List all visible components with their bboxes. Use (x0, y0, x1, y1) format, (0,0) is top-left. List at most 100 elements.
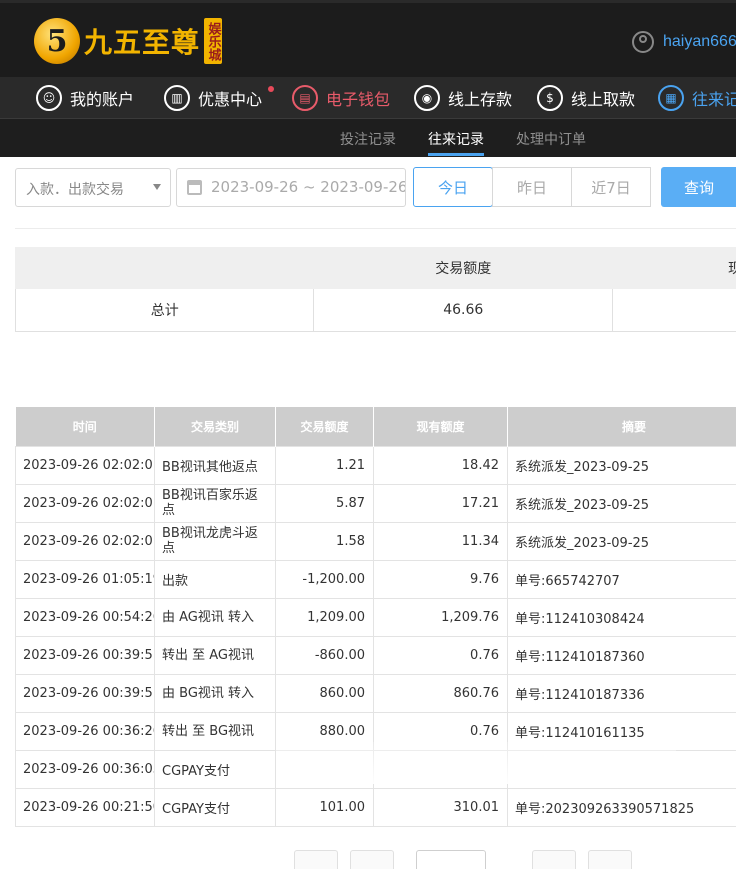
sub-nav: 投注记录 往来记录 处理中订单 (0, 119, 736, 157)
column-header: 交易额度 (275, 407, 374, 446)
date-range-input[interactable]: 2023-09-26 ~ 2023-09-26 (176, 168, 406, 207)
date-range-value: 2023-09-26 ~ 2023-09-26 (211, 178, 406, 196)
cell-balance: 1,209.76 (373, 597, 508, 637)
column-header: 时间 (15, 407, 155, 446)
nav-label: 优惠中心 (198, 90, 263, 109)
cell-time: 2023-09-26 00:54:26 (15, 597, 155, 637)
user-circle-icon: ☺ (36, 85, 62, 111)
cell-note: 系统派发_2023-09-25 (507, 521, 736, 561)
brand-logo[interactable]: 5 九五至尊 娱乐城 (34, 15, 223, 67)
cell-note: 单号:20230926339057182​5 (507, 787, 736, 827)
last-7-days-button[interactable]: 近7日 (571, 167, 651, 207)
cell-time: 2023-09-26 02:02:01 (15, 483, 155, 523)
cell-note: 单号:112410308424 (507, 597, 736, 637)
cell-balance: 17.21 (373, 483, 508, 523)
table-row: 2023-09-26 00:39:51 由 BG视讯 转入 860.00 860.76… (15, 673, 736, 713)
cell-note: 单号:112410187336 (507, 673, 736, 713)
nav-my-account[interactable]: ☺ 我的账户 (36, 84, 134, 112)
calendar-icon (187, 180, 202, 195)
summary-total-label: 总计 (14, 288, 315, 332)
cell-note: 系统派发_2023-09-25 (507, 483, 736, 523)
nav-label: 我的账户 (70, 90, 135, 109)
cell-time: 2023-09-26 00:36:03 (15, 749, 155, 789)
cell-balance: 18.42 (373, 445, 508, 485)
nav-e-wallet[interactable]: ▤ 电子钱包 (292, 84, 390, 112)
gift-icon: ▥ (164, 85, 190, 111)
cell-time: 2023-09-26 02:02:01 (15, 445, 155, 485)
prev-page-button[interactable] (350, 850, 394, 869)
table-row: 2023-09-26 00:21:50 CGPAY支付 101.00 310.01 单号… (15, 787, 736, 827)
tab-pending-orders[interactable]: 处理中订单 (516, 129, 586, 149)
cell-time: 2023-09-26 00:21:50 (15, 787, 155, 827)
summary-total-balance (612, 288, 736, 332)
yesterday-button[interactable]: 昨日 (492, 167, 572, 207)
cell-amount: 860.00 (275, 673, 374, 713)
cell-amount: 5.87 (275, 483, 374, 523)
nav-online-withdraw[interactable]: $ 线上取款 (537, 84, 635, 112)
table-row: 2023-09-26 01:05:19 出款 -1,200.00 9.76 单号:665… (15, 559, 736, 599)
logo-mark: 5 (34, 18, 80, 64)
cell-type: CGPAY支付 (154, 787, 276, 827)
cell-type: 由 AG视讯 转入 (154, 597, 276, 637)
cell-amount: 1,209.00 (275, 597, 374, 637)
column-header: 交易类别 (154, 407, 276, 446)
chevron-down-icon (153, 184, 161, 190)
next-page-button[interactable] (532, 850, 576, 869)
cell-balance: 9.76 (373, 559, 508, 599)
last-page-button[interactable] (588, 850, 632, 869)
nav-transaction-records[interactable]: ▦ 往来记录 (658, 84, 736, 112)
record-icon: ▦ (658, 85, 684, 111)
nav-online-deposit[interactable]: ◉ 线上存款 (414, 84, 512, 112)
user-account[interactable]: haiyan666 (632, 31, 736, 53)
tab-bet-records[interactable]: 投注记录 (340, 129, 396, 149)
cell-amount: 1.58 (275, 521, 374, 561)
table-row: 2023-09-26 00:54:26 由 AG视讯 转入 1,209.00 1,20… (15, 597, 736, 637)
cell-balance: 11.34 (373, 521, 508, 561)
cell-amount: -1,200.00 (275, 559, 374, 599)
cell-type: 出款 (154, 559, 276, 599)
brand-badge: 娱乐城 (204, 18, 223, 64)
withdraw-icon: $ (537, 85, 563, 111)
nav-label: 线上存款 (448, 90, 513, 109)
nav-label: 往来记录 (692, 90, 736, 109)
cell-type: BB视讯其他返点 (154, 445, 276, 485)
nav-label: 电子钱包 (326, 90, 391, 109)
summary-total-value: 46.66 (313, 288, 614, 332)
notification-dot (268, 86, 274, 92)
nav-promotions[interactable]: ▥ 优惠中心 (164, 84, 262, 112)
cell-time: 2023-09-26 00:36:26 (15, 711, 155, 751)
divider (15, 228, 736, 229)
summary-header-balance: 现 (612, 247, 736, 289)
today-button[interactable]: 今日 (413, 167, 493, 207)
cell-type: 由 BG视讯 转入 (154, 673, 276, 713)
cell-type: BB视讯龙虎斗返点 (154, 521, 276, 561)
summary-header-blank (14, 247, 315, 289)
cell-time: 2023-09-26 00:39:51 (15, 635, 155, 675)
cell-time: 2023-09-26 00:39:51 (15, 673, 155, 713)
column-header: 现有额度 (373, 407, 508, 446)
cell-balance: 860.76 (373, 673, 508, 713)
top-header: 5 九五至尊 娱乐城 haiyan666 (0, 0, 736, 77)
cell-balance: 0.76 (373, 635, 508, 675)
cell-type: BB视讯百家乐返点 (154, 483, 276, 523)
cell-type: CGPAY支付 (154, 749, 276, 789)
cell-amount: 1.21 (275, 445, 374, 485)
loading-fade (276, 742, 676, 784)
transaction-type-select[interactable]: 入款．出款交易 (15, 168, 171, 207)
page-number-input[interactable] (416, 850, 486, 869)
tab-transaction-records[interactable]: 往来记录 (428, 129, 484, 149)
table-row: 2023-09-26 02:02:01 BB视讯百家乐返点 5.87 17.21 系统派… (15, 483, 736, 523)
cell-amount: 101.00 (275, 787, 374, 827)
query-button[interactable]: 查询 (661, 167, 736, 207)
cell-type: 转出 至 BG视讯 (154, 711, 276, 751)
cell-type: 转出 至 AG视讯 (154, 635, 276, 675)
cell-time: 2023-09-26 01:05:19 (15, 559, 155, 599)
brand-name: 九五至尊 (84, 26, 201, 59)
cell-amount: -860.00 (275, 635, 374, 675)
username[interactable]: haiyan666 (663, 33, 736, 51)
first-page-button[interactable] (294, 850, 338, 869)
select-value: 入款．出款交易 (26, 182, 124, 198)
table-row: 2023-09-26 02:02:01 BB视讯龙虎斗返点 1.58 11.34 系统派… (15, 521, 736, 561)
main-nav: ☺ 我的账户 ▥ 优惠中心 ▤ 电子钱包 ◉ 线上存款 $ 线上取款 ▦ 往来记… (0, 77, 736, 119)
cell-note: 系统派发_2023-09-25 (507, 445, 736, 485)
